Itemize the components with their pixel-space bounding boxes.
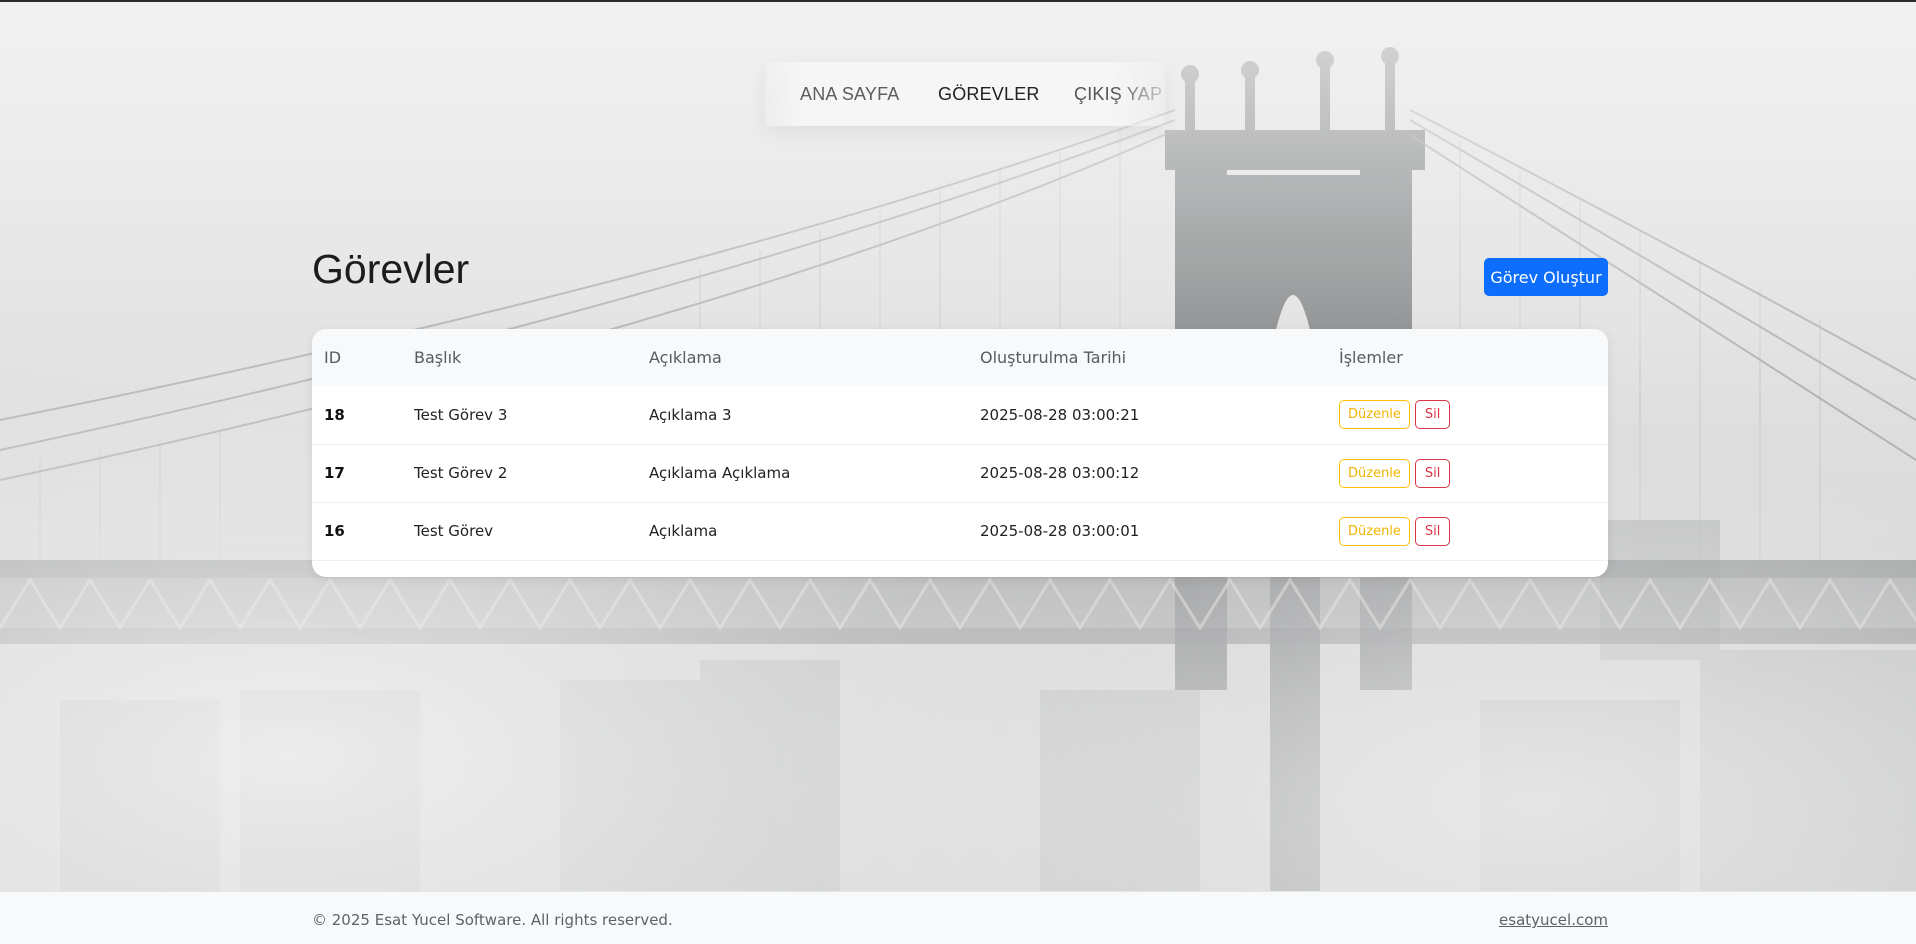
cell-title: Test Görev 2 [414,464,508,482]
cell-actions: Düzenle Sil [1327,502,1608,560]
main-navbar: ANA SAYFA GÖREVLER ÇIKIŞ YAP [765,62,1165,126]
footer-copyright: © 2025 Esat Yucel Software. All rights r… [312,911,673,929]
cell-actions: Düzenle Sil [1327,444,1608,502]
nav-home-link[interactable]: ANA SAYFA [800,84,900,105]
column-header-id: ID [324,348,342,367]
footer-site-link[interactable]: esatyucel.com [1499,911,1608,929]
edit-button[interactable]: Düzenle [1339,400,1410,430]
cell-actions: Düzenle Sil [1327,386,1608,444]
column-header-created: Oluşturulma Tarihi [980,348,1127,367]
column-header-description: Açıklama [649,348,722,367]
delete-button[interactable]: Sil [1414,458,1451,488]
page-footer: © 2025 Esat Yucel Software. All rights r… [0,891,1916,944]
cell-description: Açıklama [649,522,718,540]
edit-button[interactable]: Düzenle [1339,458,1410,488]
cell-created: 2025-08-28 03:00:21 [980,405,1140,424]
cell-title: Test Görev 3 [414,405,508,424]
column-header-title: Başlık [414,348,462,367]
top-border [0,0,1916,2]
cell-created: 2025-08-28 03:00:12 [980,464,1140,482]
cell-id: 16 [324,522,345,540]
nav-logout-link[interactable]: ÇIKIŞ YAP [1074,84,1162,105]
delete-button[interactable]: Sil [1414,400,1451,430]
cell-created: 2025-08-28 03:00:01 [980,522,1140,540]
tasks-table: ID Başlık Açıklama Oluşturulma Tarihi İş… [312,329,1608,561]
table-body: 18 Test Görev 3 Açıklama 3 2025-08-28 03… [312,386,1608,560]
cell-description: Açıklama Açıklama [649,464,791,482]
table-header: ID Başlık Açıklama Oluşturulma Tarihi İş… [312,329,1608,386]
tasks-table-card: ID Başlık Açıklama Oluşturulma Tarihi İş… [312,329,1608,577]
table-header-row: ID Başlık Açıklama Oluşturulma Tarihi İş… [312,329,1608,386]
page-title: Görevler [312,246,470,292]
column-header-actions: İşlemler [1339,348,1403,367]
create-task-button[interactable]: Görev Oluştur [1484,258,1608,296]
table-row: 18 Test Görev 3 Açıklama 3 2025-08-28 03… [312,386,1608,444]
cell-description: Açıklama 3 [649,405,732,424]
table-row: 17 Test Görev 2 Açıklama Açıklama 2025-0… [312,444,1608,502]
table-row: 16 Test Görev Açıklama 2025-08-28 03:00:… [312,502,1608,560]
delete-button[interactable]: Sil [1414,516,1451,546]
cell-id: 18 [324,405,345,424]
cell-id: 17 [324,464,345,482]
cell-title: Test Görev [414,522,494,540]
edit-button[interactable]: Düzenle [1339,516,1410,546]
nav-tasks-link[interactable]: GÖREVLER [938,84,1040,105]
